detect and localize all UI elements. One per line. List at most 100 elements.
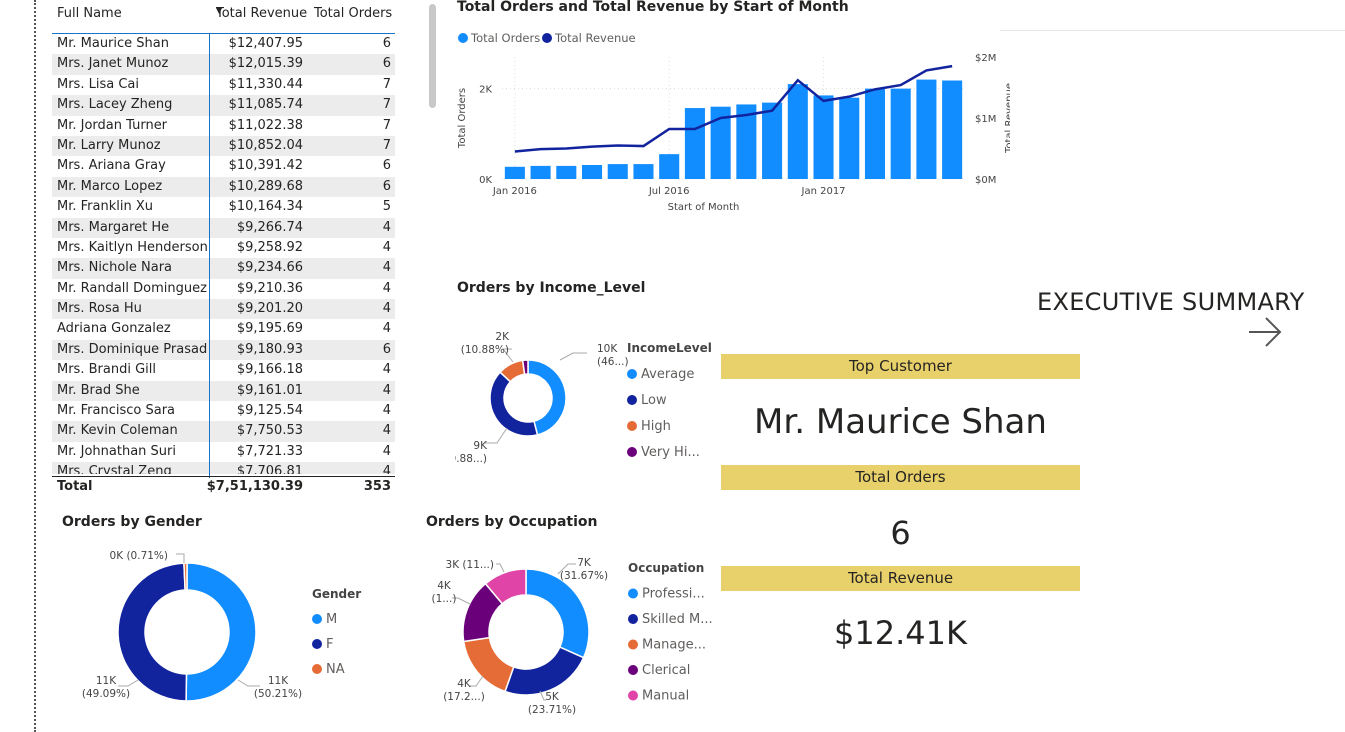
table-row[interactable]: Mrs. Dominique Prasad $9,180.93 6 (52, 339, 395, 361)
right-tick-label: $0M (975, 175, 996, 186)
x-tick-label: Jul 2016 (648, 186, 690, 197)
table-row[interactable]: Mr. Brad She $9,161.01 4 (52, 380, 395, 402)
legend-item: Manage... (642, 638, 706, 653)
legend-item: High (641, 419, 671, 434)
table-row[interactable]: Mrs. Lacey Zheng $11,085.74 7 (52, 95, 395, 116)
sort-descending-icon[interactable]: ▼ (216, 6, 222, 15)
table-row[interactable]: Mr. Johnathan Suri $7,721.33 4 (52, 441, 395, 463)
table-row[interactable]: Mr. Maurice Shan $12,407.95 6 (52, 34, 395, 55)
table-row[interactable]: Mr. Randall Dominguez $9,210.36 4 (52, 278, 395, 300)
right-tick-label: $2M (975, 53, 996, 64)
legend-total-revenue: Total Revenue (554, 31, 636, 45)
data-label: 0K (0.71%) (110, 550, 168, 562)
data-label: (10.88%) (461, 344, 509, 356)
cell-name: Mrs. Margaret He (57, 219, 170, 235)
table-row[interactable]: Mrs. Margaret He $9,266.74 4 (52, 217, 395, 238)
cell-orders: 7 (382, 97, 391, 113)
table-row[interactable]: Mrs. Crystal Zeng $7,706.81 4 (52, 462, 395, 474)
cell-orders: 4 (382, 321, 391, 337)
cell-name: Mrs. Nichole Nara (57, 260, 173, 276)
donut-slice (504, 646, 585, 696)
cell-revenue: $10,289.68 (228, 178, 303, 194)
table-row[interactable]: Mrs. Rosa Hu $9,201.20 4 (52, 299, 395, 320)
orders-bar (839, 97, 860, 179)
cell-orders: 6 (382, 36, 391, 51)
cell-revenue: $11,022.38 (228, 117, 303, 133)
table-row[interactable]: Mr. Marco Lopez $10,289.68 6 (52, 176, 395, 198)
cell-orders: 4 (382, 280, 391, 296)
x-tick-label: Jan 2017 (801, 186, 846, 197)
table-row[interactable]: Mr. Franklin Xu $10,164.34 5 (52, 197, 395, 218)
data-label: (40.88...) (455, 453, 487, 465)
legend-marker (627, 447, 637, 457)
header-total-revenue[interactable]: Total Revenue (216, 6, 307, 21)
cell-orders: 6 (382, 158, 391, 174)
table-row[interactable]: Mr. Francisco Sara $9,125.54 4 (52, 401, 395, 422)
cell-orders: 4 (382, 239, 391, 255)
cell-revenue: $7,750.53 (236, 423, 303, 439)
legend-item: Very Hi... (641, 445, 700, 460)
table-row[interactable]: Mrs. Janet Munoz $12,015.39 6 (52, 54, 395, 75)
total-revenue-label: Total Revenue (721, 566, 1080, 591)
header-total-orders[interactable]: Total Orders (314, 6, 392, 21)
data-label: (17.2...) (443, 691, 485, 703)
orders-bar (607, 164, 628, 179)
data-label: 10K (597, 343, 618, 355)
table-body[interactable]: Mr. Maurice Shan $12,407.95 6 Mrs. Janet Mu… (52, 34, 395, 474)
cell-revenue: $10,164.34 (228, 199, 303, 215)
table-row[interactable]: Mrs. Ariana Gray $10,391.42 6 (52, 156, 395, 177)
cell-orders: 4 (382, 301, 391, 317)
total-orders-value: 6 (890, 514, 911, 552)
legend-marker (628, 614, 638, 624)
data-label: (23.71%) (528, 704, 576, 716)
leader-line (559, 352, 587, 361)
total-orders: 353 (363, 479, 391, 494)
cell-name: Mr. Francisco Sara (57, 403, 176, 419)
table-row[interactable]: Mrs. Lisa Cai $11,330.44 7 (52, 74, 395, 96)
cell-name: Mrs. Lacey Zheng (57, 97, 173, 113)
legend-marker (628, 665, 638, 675)
donut-slice (525, 568, 590, 659)
table-row[interactable]: Mr. Larry Munoz $10,852.04 7 (52, 135, 395, 157)
income-donut-chart[interactable]: IncomeLevelAverageLowHighVery Hi...10K(4… (455, 325, 720, 475)
cell-name: Mr. Jordan Turner (57, 117, 168, 133)
divider (1000, 30, 1345, 31)
legend-marker (312, 614, 322, 624)
total-revenue: $7,51,130.39 (206, 479, 303, 494)
table-row[interactable]: Mrs. Kaitlyn Henderson $9,258.92 4 (52, 237, 395, 259)
table-row[interactable]: Mrs. Brandi Gill $9,166.18 4 (52, 360, 395, 381)
legend-marker (312, 664, 322, 674)
cell-revenue: $9,266.74 (236, 219, 303, 235)
table-row[interactable]: Mr. Kevin Coleman $7,750.53 4 (52, 421, 395, 442)
legend-item: NA (326, 662, 345, 677)
total-orders-label: Total Orders (721, 465, 1080, 490)
table-row[interactable]: Adriana Gonzalez $9,195.69 4 (52, 319, 395, 340)
gender-donut-chart[interactable]: GenderMFNA11K(50.21%)11K(49.09%)0K (0.71… (60, 540, 400, 725)
orders-bar (556, 165, 577, 179)
cell-orders: 4 (382, 219, 391, 235)
arrow-right-icon[interactable] (1246, 314, 1284, 350)
table-row[interactable]: Mrs. Nichole Nara $9,234.66 4 (52, 258, 395, 279)
y-axis-title-left: Total Orders (457, 88, 468, 149)
cell-revenue: $11,085.74 (228, 97, 303, 113)
table-row[interactable]: Mr. Jordan Turner $11,022.38 7 (52, 115, 395, 136)
customer-table[interactable]: Full Name Total Revenue ▼ Total Orders M… (52, 0, 397, 500)
combo-chart[interactable]: Total Orders Total Revenue 0K 2K $0M $1M $2M Ja… (450, 22, 1010, 222)
header-full-name[interactable]: Full Name (57, 6, 122, 21)
column-divider (209, 34, 210, 478)
x-axis-title: Start of Month (668, 202, 740, 213)
donut-slice (185, 562, 257, 702)
revenue-line (514, 64, 953, 153)
data-label: 2K (495, 331, 510, 343)
data-label: (50.21%) (254, 688, 302, 700)
cell-name: Mrs. Janet Munoz (57, 56, 169, 72)
data-label: 7K (577, 557, 592, 569)
occupation-donut-chart[interactable]: Occupation Professi... Skilled M... Manage.… (418, 548, 718, 728)
cell-name: Mr. Johnathan Suri (57, 443, 176, 459)
legend-marker-revenue (542, 33, 552, 43)
table-scrollbar[interactable] (429, 4, 436, 108)
donut-slice (117, 562, 188, 702)
cell-orders: 7 (382, 76, 391, 92)
cell-name: Mr. Franklin Xu (57, 199, 153, 215)
leader-line (176, 553, 185, 563)
